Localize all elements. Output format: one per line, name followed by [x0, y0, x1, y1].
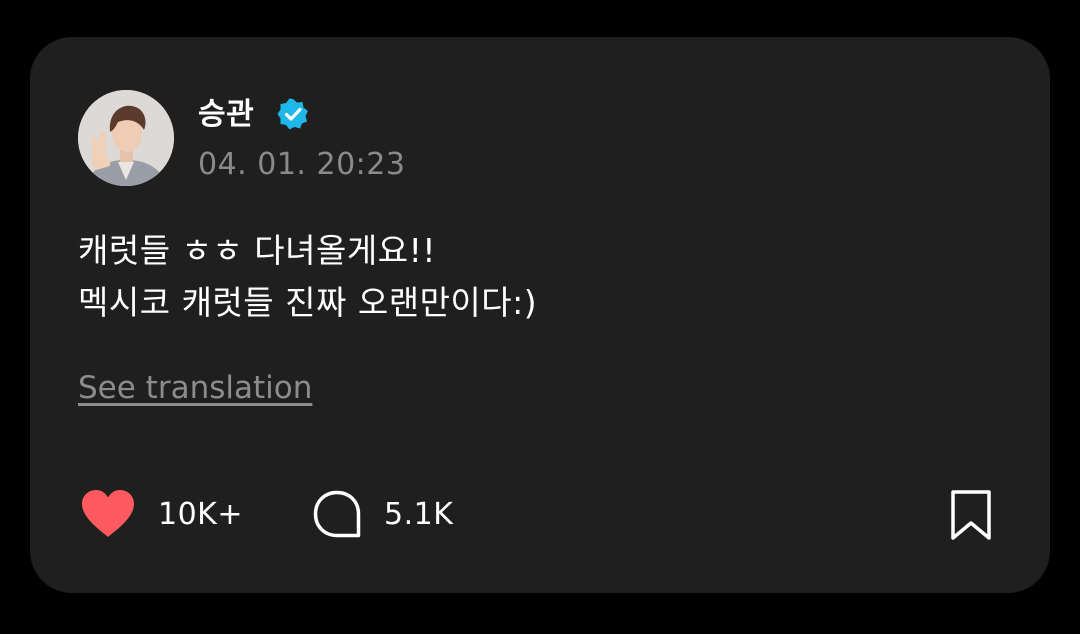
post-body: 캐럿들 ㅎㅎ 다녀올게요!! 멕시코 캐럿들 진짜 오랜만이다:)	[78, 225, 537, 329]
comment-button[interactable]: 5.1K	[312, 489, 453, 539]
bookmark-button[interactable]	[946, 489, 996, 541]
like-button[interactable]: 10K+	[80, 489, 243, 539]
heart-icon	[82, 490, 134, 537]
post-text-line: 캐럿들 ㅎㅎ 다녀올게요!!	[78, 231, 437, 270]
verified-badge-icon	[276, 97, 310, 131]
author-name[interactable]: 승관	[198, 95, 254, 135]
avatar-image	[78, 90, 174, 186]
like-count: 10K+	[158, 496, 243, 532]
post-text-line: 멕시코 캐럿들 진짜 오랜만이다:)	[78, 283, 538, 322]
avatar[interactable]	[78, 90, 174, 186]
post-timestamp: 04. 01. 20:23	[198, 147, 406, 182]
bookmark-icon	[951, 490, 991, 540]
see-translation-link[interactable]: See translation	[78, 368, 312, 408]
comment-bubble-icon	[313, 490, 361, 538]
comment-count: 5.1K	[384, 496, 454, 532]
post-card: 승관 04. 01. 20:23 캐럿들 ㅎㅎ 다녀올게요!! 멕시코 캐럿들 …	[30, 37, 1050, 593]
